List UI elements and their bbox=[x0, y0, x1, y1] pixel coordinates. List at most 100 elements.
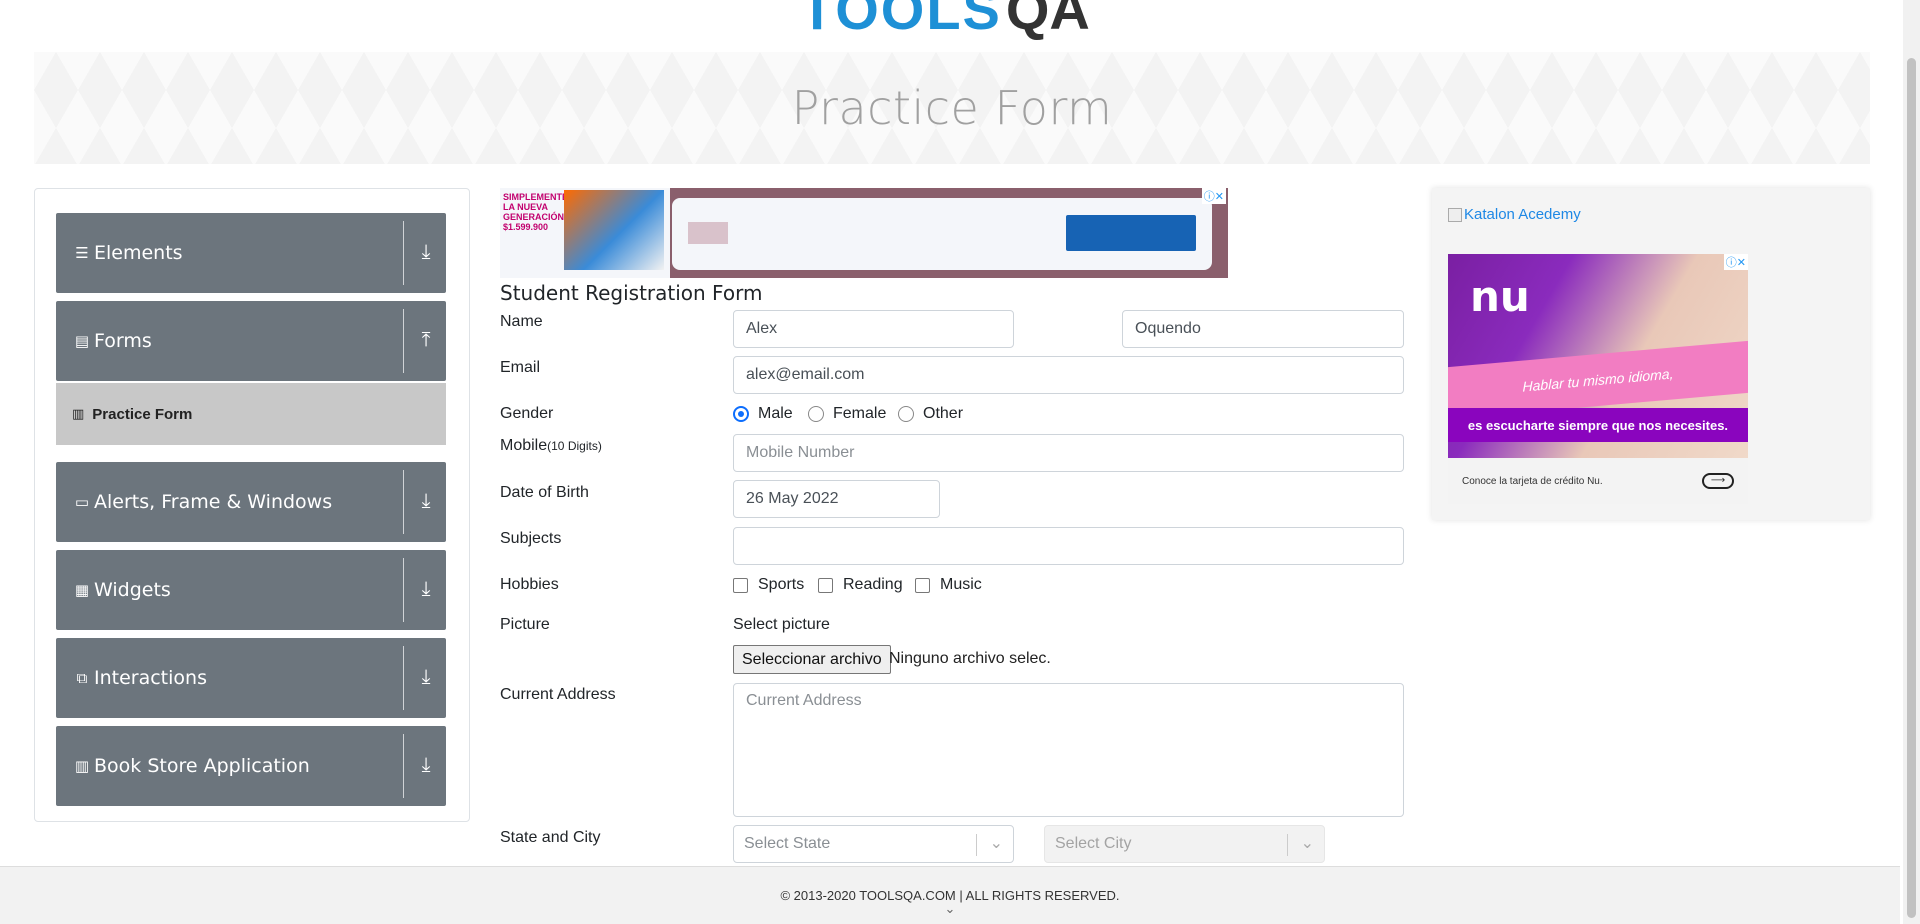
mobile-input[interactable]: Mobile Number bbox=[733, 434, 1404, 472]
checkbox[interactable] bbox=[733, 577, 748, 593]
sidebar-group-label: Elements bbox=[94, 242, 183, 264]
date-of-birth-input[interactable]: 26 May 2022 bbox=[733, 480, 940, 518]
top-advertisement[interactable]: SIMPLEMENTE LA NUEVA GENERACIÓN $1.599.9… bbox=[500, 188, 1228, 278]
mobile-hint: (10 Digits) bbox=[547, 439, 602, 453]
gender-radio-other[interactable]: Other bbox=[898, 405, 963, 423]
hobbies-label: Hobbies bbox=[500, 576, 559, 593]
city-select-placeholder: Select City bbox=[1055, 835, 1132, 852]
widgets-icon: ▦ bbox=[74, 582, 90, 599]
ad-product-image bbox=[564, 190, 664, 270]
katalon-alt-text: Katalon Acedemy bbox=[1464, 206, 1581, 223]
chevron-down-icon[interactable]: ⌄ bbox=[1301, 833, 1314, 853]
hobby-checkbox-music[interactable]: Music bbox=[915, 576, 982, 594]
katalon-ad-link[interactable]: Katalon Acedemy bbox=[1448, 206, 1581, 223]
ad-footer-text: Conoce la tarjeta de crédito Nu. bbox=[1462, 475, 1603, 487]
ad-promo-panel: SIMPLEMENTE LA NUEVA GENERACIÓN $1.599.9… bbox=[500, 188, 670, 278]
divider bbox=[403, 646, 404, 710]
expand-icon[interactable]: ⤓ bbox=[414, 754, 438, 778]
ad-close-icon[interactable]: ⓘ✕ bbox=[1723, 254, 1748, 270]
gender-radio-male[interactable]: Male bbox=[733, 405, 793, 423]
state-city-label: State and City bbox=[500, 829, 601, 846]
sidebar-group-label: Alerts, Frame & Windows bbox=[94, 491, 333, 513]
right-advertisement: Katalon Acedemy nu Hablar tu mismo idiom… bbox=[1432, 188, 1870, 520]
chevron-down-icon[interactable]: ⌄ bbox=[990, 833, 1003, 853]
sidebar-group-label: Widgets bbox=[94, 579, 171, 601]
hobby-checkbox-sports[interactable]: Sports bbox=[733, 576, 804, 594]
email-input[interactable]: alex@email.com bbox=[733, 356, 1404, 394]
collapse-icon[interactable]: ⤒ bbox=[414, 329, 438, 353]
radio-button[interactable] bbox=[808, 406, 824, 422]
ad-tagline-2: es escucharte siempre que nos necesites. bbox=[1448, 408, 1748, 442]
picture-hint: Select picture bbox=[733, 616, 830, 633]
checkbox-label: Sports bbox=[758, 576, 805, 593]
radio-button-selected[interactable] bbox=[733, 406, 749, 422]
radio-label: Female bbox=[833, 405, 887, 422]
mobile-label-text: Mobile bbox=[500, 437, 548, 454]
logo-text-qa: QA bbox=[1005, 0, 1090, 41]
ad-brand-logo bbox=[688, 222, 728, 244]
sidebar-item-practice-form[interactable]: ▥ Practice Form bbox=[56, 383, 446, 445]
toolsqa-logo[interactable]: TOOLS QA bbox=[800, 0, 1090, 38]
picture-label: Picture bbox=[500, 616, 550, 633]
sidebar-group-label: Interactions bbox=[94, 667, 207, 689]
checkbox[interactable] bbox=[818, 577, 833, 593]
choose-file-button[interactable]: Seleccionar archivo bbox=[733, 645, 891, 674]
nu-logo: nu bbox=[1470, 272, 1530, 321]
sidebar-item-label: Practice Form bbox=[92, 405, 193, 423]
checkbox[interactable] bbox=[915, 577, 930, 593]
hamburger-icon: ☰ bbox=[75, 245, 89, 262]
expand-icon[interactable]: ⤓ bbox=[414, 578, 438, 602]
expand-icon[interactable]: ⤓ bbox=[414, 490, 438, 514]
vertical-scrollbar[interactable] bbox=[1903, 0, 1920, 924]
ad-headline: SIMPLEMENTE LA NUEVA GENERACIÓN $1.599.9… bbox=[503, 192, 569, 232]
ad-cta-button[interactable] bbox=[1066, 215, 1196, 251]
expand-icon[interactable]: ⤓ bbox=[414, 241, 438, 265]
sidebar-group-interactions[interactable]: ⧉ Interactions ⤓ bbox=[56, 638, 446, 718]
radio-label: Male bbox=[758, 405, 793, 422]
gender-label: Gender bbox=[500, 405, 554, 422]
page-header-banner: Practice Form bbox=[34, 52, 1870, 164]
divider bbox=[403, 734, 404, 798]
current-address-textarea[interactable] bbox=[733, 683, 1404, 817]
subjects-input[interactable] bbox=[733, 527, 1404, 565]
scrollbar-thumb[interactable] bbox=[1907, 58, 1916, 918]
ad-content-panel bbox=[672, 198, 1212, 270]
arrow-right-icon[interactable]: ⟶ bbox=[1702, 473, 1734, 489]
divider bbox=[976, 834, 977, 856]
expand-icon[interactable]: ⤓ bbox=[414, 666, 438, 690]
sidebar-group-book-store[interactable]: ▥ Book Store Application ⤓ bbox=[56, 726, 446, 806]
form-icon: ▥ bbox=[72, 406, 85, 421]
checkbox-label: Music bbox=[940, 576, 982, 593]
dob-label: Date of Birth bbox=[500, 484, 589, 501]
interactions-icon: ⧉ bbox=[76, 669, 88, 687]
hobby-checkbox-reading[interactable]: Reading bbox=[818, 576, 903, 594]
broken-image-icon bbox=[1448, 207, 1462, 222]
sidebar-group-elements[interactable]: ☰ Elements ⤓ bbox=[56, 213, 446, 293]
chevron-down-icon[interactable]: ⌄ bbox=[0, 902, 1900, 915]
ad-footer: Conoce la tarjeta de crédito Nu. ⟶ bbox=[1448, 458, 1748, 504]
nu-advertisement[interactable]: nu Hablar tu mismo idioma, es escucharte… bbox=[1448, 254, 1748, 504]
divider bbox=[403, 309, 404, 373]
radio-button[interactable] bbox=[898, 406, 914, 422]
sidebar-group-widgets[interactable]: ▦ Widgets ⤓ bbox=[56, 550, 446, 630]
divider bbox=[1287, 834, 1288, 856]
divider bbox=[403, 221, 404, 285]
first-name-input[interactable]: Alex bbox=[733, 310, 1014, 348]
sidebar-group-alerts[interactable]: ▭ Alerts, Frame & Windows ⤓ bbox=[56, 462, 446, 542]
gender-radio-female[interactable]: Female bbox=[808, 405, 886, 423]
subjects-label: Subjects bbox=[500, 530, 562, 547]
state-select-placeholder: Select State bbox=[744, 835, 831, 852]
divider bbox=[403, 558, 404, 622]
radio-label: Other bbox=[923, 405, 964, 422]
page-title: Practice Form bbox=[791, 81, 1113, 135]
city-select[interactable]: Select City ⌄ bbox=[1044, 825, 1325, 863]
sidebar-group-label: Forms bbox=[94, 330, 152, 352]
last-name-input[interactable]: Oquendo bbox=[1122, 310, 1404, 348]
state-select[interactable]: Select State ⌄ bbox=[733, 825, 1014, 863]
sidebar-group-forms[interactable]: ▤ Forms ⤒ bbox=[56, 301, 446, 381]
ad-close-icon[interactable]: ⓘ✕ bbox=[1201, 188, 1226, 204]
window-icon: ▭ bbox=[74, 494, 90, 511]
sidebar-group-label: Book Store Application bbox=[94, 755, 310, 777]
sidebar: ☰ Elements ⤓ ▤ Forms ⤒ ▥ Practice Form ▭… bbox=[34, 188, 470, 822]
books-icon: ▥ bbox=[74, 758, 90, 775]
